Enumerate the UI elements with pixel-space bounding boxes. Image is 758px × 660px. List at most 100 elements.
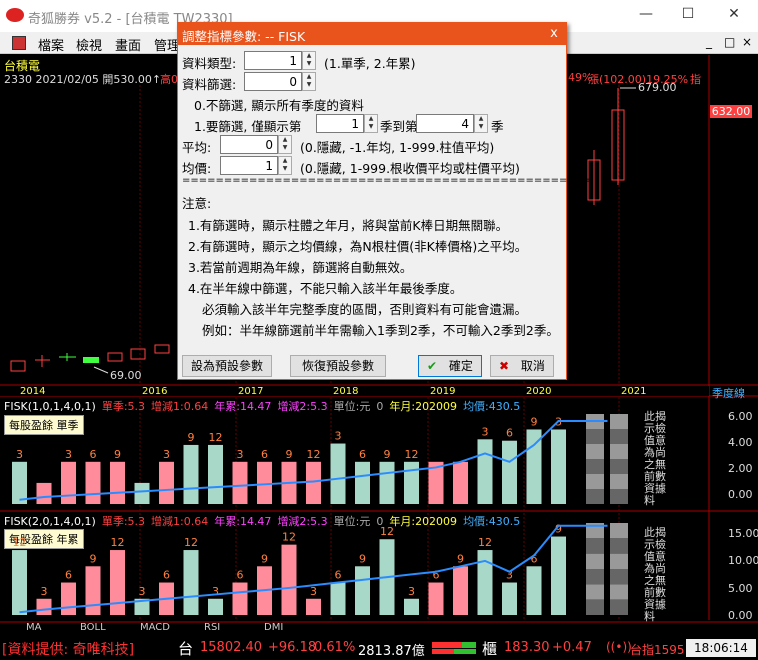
bar-label: 12 [282, 531, 296, 544]
bar-label: 6 [261, 448, 268, 461]
avg-spinner[interactable]: ▲ ▼ [278, 135, 292, 154]
eps-bar [281, 544, 297, 615]
note-5: 必須輸入該半年完整季度的區間，否則資料有可能會遺漏。 [202, 302, 528, 317]
bar-label: 3 [16, 448, 23, 461]
quarter-to-input[interactable]: 4 [416, 114, 474, 133]
filter-label: 資料篩選: [182, 77, 237, 92]
eps-bar [12, 550, 27, 615]
volume-bar [432, 642, 476, 654]
no-data-block [586, 489, 604, 504]
bar-label: 3 [139, 585, 146, 598]
quarter-from-spinner[interactable]: ▲ ▼ [364, 114, 378, 133]
eps-bar [183, 550, 199, 615]
eps-bar [453, 461, 468, 504]
avg-input[interactable]: 0 [220, 135, 278, 154]
minimize-button[interactable]: — [634, 6, 658, 26]
restore-default-button[interactable]: 恢復預設參數 [290, 355, 386, 377]
no-data-block [610, 429, 628, 444]
eps-bar [36, 482, 52, 504]
eps-bar [477, 439, 493, 504]
eps-bar [159, 461, 174, 504]
bar-label: 12 [184, 536, 198, 549]
filter-input[interactable]: 0 [244, 72, 302, 91]
tab-boll[interactable]: BOLL [80, 622, 106, 633]
close-button[interactable]: ✕ [722, 6, 746, 26]
bar-label: 9 [90, 552, 97, 565]
eps-bar [232, 461, 248, 504]
type-label: 資料類型: [182, 56, 237, 71]
panel-side-text-2: 此揭示檢值意為尚之無前數資據料 [644, 526, 666, 623]
tab-rsi[interactable]: RSI [204, 622, 220, 633]
menu-screen[interactable]: 畫面 [115, 35, 141, 54]
eps-bar [404, 598, 419, 615]
check-icon: ✔ [427, 359, 438, 373]
mdi-restore-button[interactable]: □ [724, 35, 735, 49]
maximize-button[interactable]: ☐ [676, 6, 700, 26]
y-tick-label: 0.00 [728, 609, 753, 622]
eps-bar [551, 429, 566, 504]
bar-label: 3 [237, 448, 244, 461]
no-data-block [586, 538, 604, 554]
note-4: 4.在半年線中篩選，不能只輸入該半年最後季度。 [188, 281, 463, 296]
ok-button[interactable]: ✔ 確定 [418, 355, 482, 377]
bar-label: 9 [531, 415, 538, 428]
type-input[interactable]: 1 [244, 51, 302, 70]
bar-label: 6 [65, 569, 72, 582]
eps-bar [110, 550, 125, 615]
no-data-block [586, 599, 604, 615]
high-price-label: 679.00 [638, 81, 677, 94]
tab-macd[interactable]: MACD [140, 622, 170, 633]
eps-bar [110, 461, 125, 504]
bar-label: 12 [111, 536, 125, 549]
eps-bar [306, 461, 321, 504]
no-data-block [586, 459, 604, 474]
dialog-title: 調整指標參數: -- FISK [178, 23, 566, 45]
price-input[interactable]: 1 [220, 156, 278, 175]
bar-label: 6 [163, 569, 170, 582]
no-data-block [610, 414, 628, 429]
eps-bar [85, 461, 101, 504]
note-3: 3.若當前週期為年線，篩選將自動無效。 [188, 260, 413, 275]
cancel-button[interactable]: ✖ 取消 [490, 355, 554, 377]
eps-bar [502, 440, 517, 504]
mdi-minimize-button[interactable]: _ [706, 35, 712, 49]
cross-icon: ✖ [499, 359, 510, 373]
tab-ma[interactable]: MA [26, 622, 41, 633]
otc-label: 櫃 [482, 640, 498, 658]
no-data-block [610, 474, 628, 489]
clock: 18:06:14 [686, 639, 756, 657]
futures-label: 台指1595 [630, 643, 685, 657]
tab-dmi[interactable]: DMI [264, 622, 283, 633]
index-change: +96.18 [268, 640, 317, 655]
indicator-tabs: MA BOLL MACD RSI DMI [0, 621, 420, 635]
type-spinner[interactable]: ▲ ▼ [302, 51, 316, 70]
avg-label: 平均: [182, 140, 212, 155]
bar-label: 6 [359, 448, 366, 461]
low-price-label: 69.00 [110, 369, 142, 382]
quarter-to-text: 季到第 [380, 119, 418, 134]
quarter-to-spinner[interactable]: ▲ ▼ [474, 114, 488, 133]
panel-side-text-1: 此揭示檢值意為尚之無前數資據料 [644, 410, 666, 507]
eps-bar [355, 461, 370, 504]
menu-file[interactable]: 檔案 [38, 35, 64, 54]
status-bar: [資料提供: 奇唯科技] 台 15802.40 +96.18 0.61% 281… [0, 636, 758, 660]
bar-label: 3 [163, 448, 170, 461]
eps-bar [208, 444, 223, 504]
dialog-close-button[interactable]: x [544, 24, 564, 43]
no-data-block [610, 553, 628, 569]
y-tick-label: 5.00 [728, 581, 753, 595]
eps-bar [183, 444, 199, 504]
no-data-block [586, 569, 604, 585]
y-tick-label: 10.00 [728, 554, 758, 568]
filter-spinner[interactable]: ▲ ▼ [302, 72, 316, 91]
eps-bar [355, 566, 370, 615]
mdi-close-button[interactable]: × [742, 35, 752, 49]
app-logo-icon [6, 8, 24, 22]
quarter-from-input[interactable]: 1 [316, 114, 364, 133]
bar-label: 6 [335, 569, 342, 582]
eps-bar [208, 598, 223, 615]
price-spinner[interactable]: ▲ ▼ [278, 156, 292, 175]
set-default-button[interactable]: 設為預設參數 [182, 355, 272, 377]
otc-value: 183.30 [504, 640, 550, 655]
menu-view[interactable]: 檢視 [76, 35, 102, 54]
